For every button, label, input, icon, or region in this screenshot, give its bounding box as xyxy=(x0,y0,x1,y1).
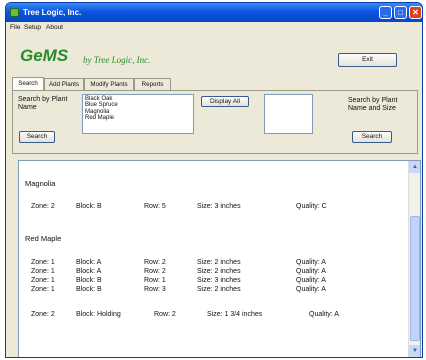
scroll-up-arrow-icon[interactable]: ▲ xyxy=(409,161,420,173)
table-row: Zone: 2 Block: Holding Row: 2 Size: 1 3/… xyxy=(19,311,409,319)
exit-button[interactable]: Exit xyxy=(338,53,397,67)
table-row: Zone: 1 Block: B Row: 1 Size: 3 inches Q… xyxy=(19,277,409,285)
results-scrollbar[interactable]: ▲ ▼ xyxy=(408,161,420,357)
close-button[interactable]: ✕ xyxy=(409,6,422,19)
search-by-name-button[interactable]: Search xyxy=(19,131,55,143)
quality-cell: Quality: A xyxy=(296,259,326,266)
table-row: Zone: 2 Block: B Row: 5 Size: 3 inches Q… xyxy=(19,203,409,211)
row-cell: Row: 3 xyxy=(144,286,166,293)
minimize-button[interactable]: _ xyxy=(379,6,392,19)
quality-cell: Quality: A xyxy=(296,277,326,284)
results-panel[interactable]: Magnolia Zone: 2 Block: B Row: 5 Size: 3… xyxy=(18,160,421,357)
list-item[interactable]: Red Maple xyxy=(85,115,191,121)
zone-cell: Zone: 1 xyxy=(31,277,55,284)
menu-file[interactable]: File xyxy=(10,24,20,31)
row-cell: Row: 2 xyxy=(144,268,166,275)
block-cell: Block: A xyxy=(76,268,102,275)
tab-reports[interactable]: Reports xyxy=(134,78,171,90)
app-logo: GeMS xyxy=(20,46,69,65)
group-heading-magnolia: Magnolia xyxy=(25,179,56,188)
zone-cell: Zone: 2 xyxy=(31,203,55,210)
table-row: Zone: 1 Block: A Row: 2 Size: 2 inches Q… xyxy=(19,268,409,276)
row-cell: Row: 2 xyxy=(144,259,166,266)
tab-modify-plants[interactable]: Modify Plants xyxy=(84,78,134,90)
zone-cell: Zone: 1 xyxy=(31,268,55,275)
zone-cell: Zone: 1 xyxy=(31,286,55,293)
display-all-button[interactable]: Display All xyxy=(201,96,249,107)
search-by-name-label: Search by Plant Name xyxy=(18,96,68,111)
block-cell: Block: A xyxy=(76,259,102,266)
size-cell: Size: 2 inches xyxy=(197,259,241,266)
row-cell: Row: 5 xyxy=(144,203,166,210)
block-cell: Block: Holding xyxy=(76,311,121,318)
window-title: Tree Logic, Inc. xyxy=(23,8,82,17)
size-cell: Size: 2 inches xyxy=(197,286,241,293)
logo-tagline: by Tree Logic, Inc. xyxy=(83,55,151,65)
size-cell: Size: 2 inches xyxy=(197,268,241,275)
plant-name-list[interactable]: Black Oak Blue Spruce Magnolia Red Maple xyxy=(82,94,194,134)
scroll-down-arrow-icon[interactable]: ▼ xyxy=(409,345,420,357)
size-cell: Size: 1 3/4 inches xyxy=(207,311,263,318)
quality-cell: Quality: A xyxy=(296,286,326,293)
zone-cell: Zone: 1 xyxy=(31,259,55,266)
menu-about[interactable]: About xyxy=(46,24,63,31)
group-heading-red-maple: Red Maple xyxy=(25,234,62,243)
app-window: Tree Logic, Inc. _ □ ✕ File Setup About … xyxy=(5,2,423,358)
search-by-name-size-button[interactable]: Search xyxy=(352,131,392,143)
search-by-name-size-label: Search by Plant Name and Size xyxy=(348,97,398,112)
name-size-input[interactable] xyxy=(264,94,313,134)
block-cell: Block: B xyxy=(76,286,102,293)
block-cell: Block: B xyxy=(76,277,102,284)
quality-cell: Quality: A xyxy=(309,311,339,318)
size-cell: Size: 3 inches xyxy=(197,277,241,284)
quality-cell: Quality: C xyxy=(296,203,327,210)
app-icon xyxy=(10,8,19,17)
maximize-button[interactable]: □ xyxy=(394,6,407,19)
size-cell: Size: 3 inches xyxy=(197,203,241,210)
block-cell: Block: B xyxy=(76,203,102,210)
row-cell: Row: 2 xyxy=(154,311,176,318)
row-cell: Row: 1 xyxy=(144,277,166,284)
tab-search[interactable]: Search xyxy=(12,77,44,90)
scroll-thumb[interactable] xyxy=(410,216,420,341)
menu-bar: File Setup About xyxy=(6,22,422,34)
zone-cell: Zone: 2 xyxy=(31,311,55,318)
table-row: Zone: 1 Block: B Row: 3 Size: 2 inches Q… xyxy=(19,286,409,294)
table-row: Zone: 1 Block: A Row: 2 Size: 2 inches Q… xyxy=(19,259,409,267)
title-bar[interactable]: Tree Logic, Inc. _ □ ✕ xyxy=(6,3,422,22)
menu-setup[interactable]: Setup xyxy=(24,24,41,31)
tab-add-plants[interactable]: Add Plants xyxy=(44,78,84,90)
quality-cell: Quality: A xyxy=(296,268,326,275)
